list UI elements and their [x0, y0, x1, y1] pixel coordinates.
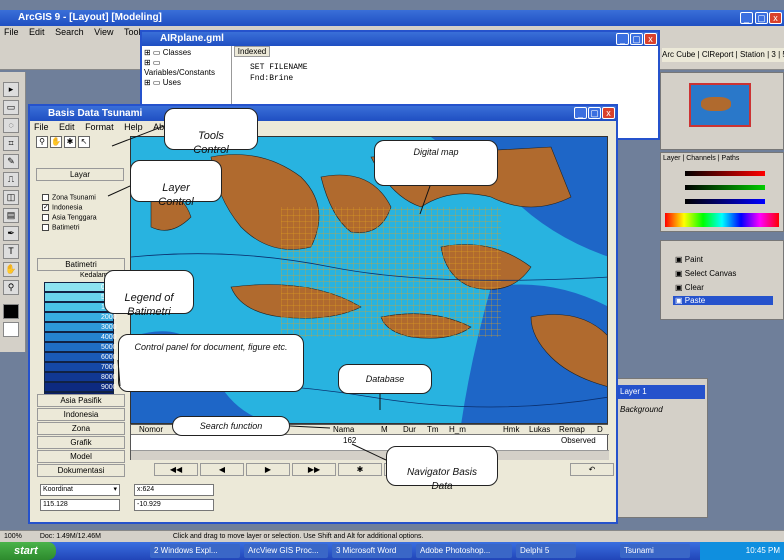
clock: 10:45 PM	[745, 546, 780, 555]
status-hint: Click and drag to move layer or selectio…	[172, 533, 424, 540]
task-delphi[interactable]: Delphi 5	[516, 544, 576, 558]
status-zoom: 100%	[4, 533, 22, 540]
task-explorer[interactable]: 2 Windows Expl...	[150, 544, 240, 558]
start-button[interactable]: start	[0, 542, 56, 560]
task-arcview[interactable]: ArcView GIS Proc...	[244, 544, 328, 558]
task-tsunami[interactable]: Tsunami	[620, 544, 690, 558]
task-word[interactable]: 3 Microsoft Word	[332, 544, 412, 558]
task-photoshop[interactable]: Adobe Photoshop...	[416, 544, 512, 558]
status-bar: 100% Doc: 1.49M/12.46M Click and drag to…	[0, 530, 784, 542]
status-doc: Doc: 1.49M/12.46M	[39, 533, 101, 540]
taskbar: start 2 Windows Expl... ArcView GIS Proc…	[0, 542, 784, 560]
callout-pointers	[107, 125, 431, 461]
system-tray: 10:45 PM	[700, 542, 784, 560]
